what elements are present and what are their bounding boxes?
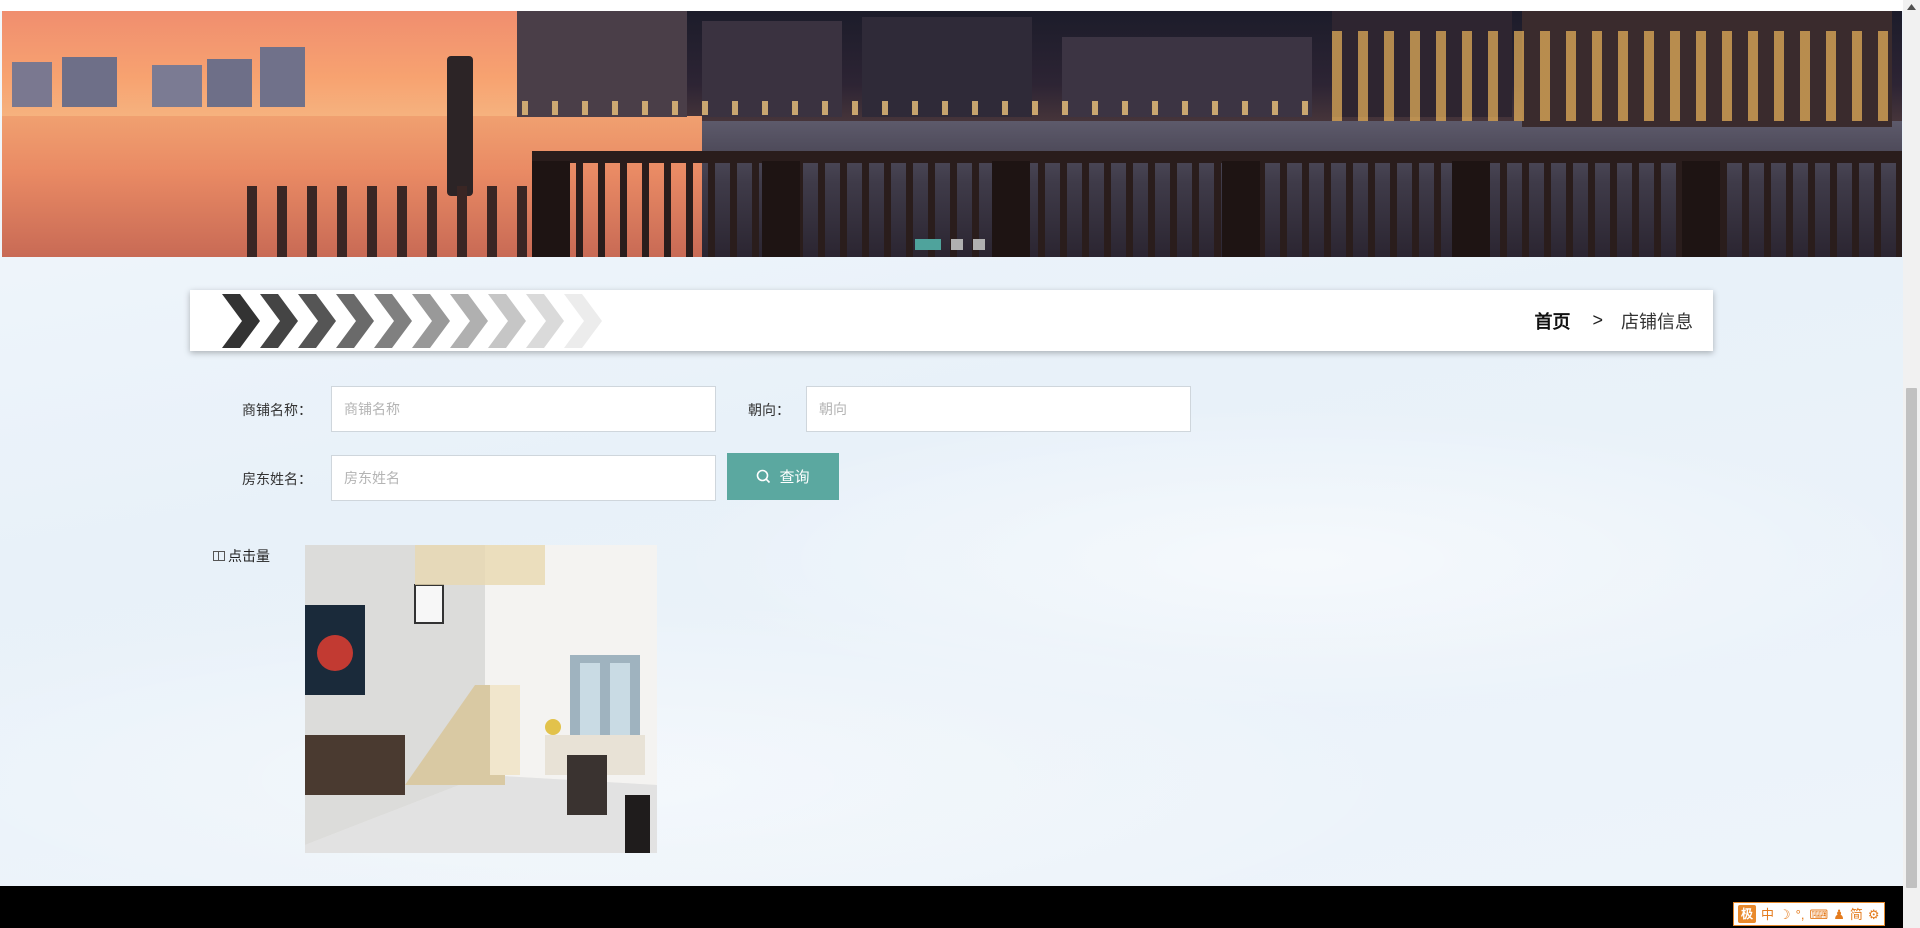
breadcrumb-separator: > [1592,310,1603,330]
orientation-input[interactable] [806,386,1191,432]
ime-simplified-indicator[interactable]: 简 [1850,908,1863,921]
footer [0,886,1903,928]
breadcrumb-current: 店铺信息 [1621,311,1693,332]
shop-photo [305,545,657,853]
search-icon [757,469,771,484]
carousel-dot-3[interactable] [973,239,985,250]
breadcrumb-home-link[interactable]: 首页 [1534,308,1570,334]
carousel-dot-2[interactable] [951,239,963,250]
banner-railing [247,186,547,257]
ime-toolbar[interactable]: 极 中 ☽ °, ⌨ ♟ 简 ⚙ [1733,902,1885,926]
banner-building [12,62,52,107]
banner-building [260,47,305,107]
moon-icon[interactable]: ☽ [1779,908,1791,921]
user-icon[interactable]: ♟ [1833,908,1845,921]
sort-icon [213,551,225,561]
shop-name-input[interactable] [331,386,716,432]
ime-logo: 极 [1738,905,1756,923]
breadcrumb-bar: 首页 > 店铺信息 [190,290,1713,351]
punctuation-icon[interactable]: °, [1796,908,1805,921]
carousel-dot-1[interactable] [915,239,941,250]
scroll-up-arrow-icon[interactable] [1903,0,1920,14]
banner-lamp-post [447,56,473,196]
sort-by-clicks[interactable]: 点击量 [213,546,270,566]
banner-building [62,57,117,107]
search-button[interactable]: 查询 [727,453,839,500]
banner-railing [532,161,1902,257]
banner-city-lights [522,101,1322,115]
page: 首页 > 店铺信息 商铺名称： 朝向： 房东姓名： 查询 点击量 [0,0,1903,928]
banner-carousel[interactable] [2,11,1902,257]
keyboard-icon[interactable]: ⌨ [1809,908,1828,921]
banner-building [207,59,252,107]
vertical-scrollbar[interactable] [1903,0,1920,928]
sort-label: 点击量 [228,548,270,564]
orientation-label: 朝向： [748,402,790,418]
shop-listing-card[interactable] [305,545,657,853]
shop-name-label: 商铺名称： [242,402,312,418]
settings-gear-icon[interactable]: ⚙ [1868,908,1880,921]
landlord-name-input[interactable] [331,455,716,501]
carousel-indicators [915,239,985,251]
breadcrumb: 首页 > 店铺信息 [1534,290,1693,351]
banner-building [152,65,202,107]
banner-city-lights [1332,31,1892,121]
ime-mode-indicator[interactable]: 中 [1761,908,1774,921]
top-strip [0,0,1903,11]
scrollbar-thumb[interactable] [1906,388,1917,888]
chevron-decoration-icon [222,294,602,348]
search-button-label: 查询 [779,469,810,486]
landlord-name-label: 房东姓名： [242,471,312,487]
